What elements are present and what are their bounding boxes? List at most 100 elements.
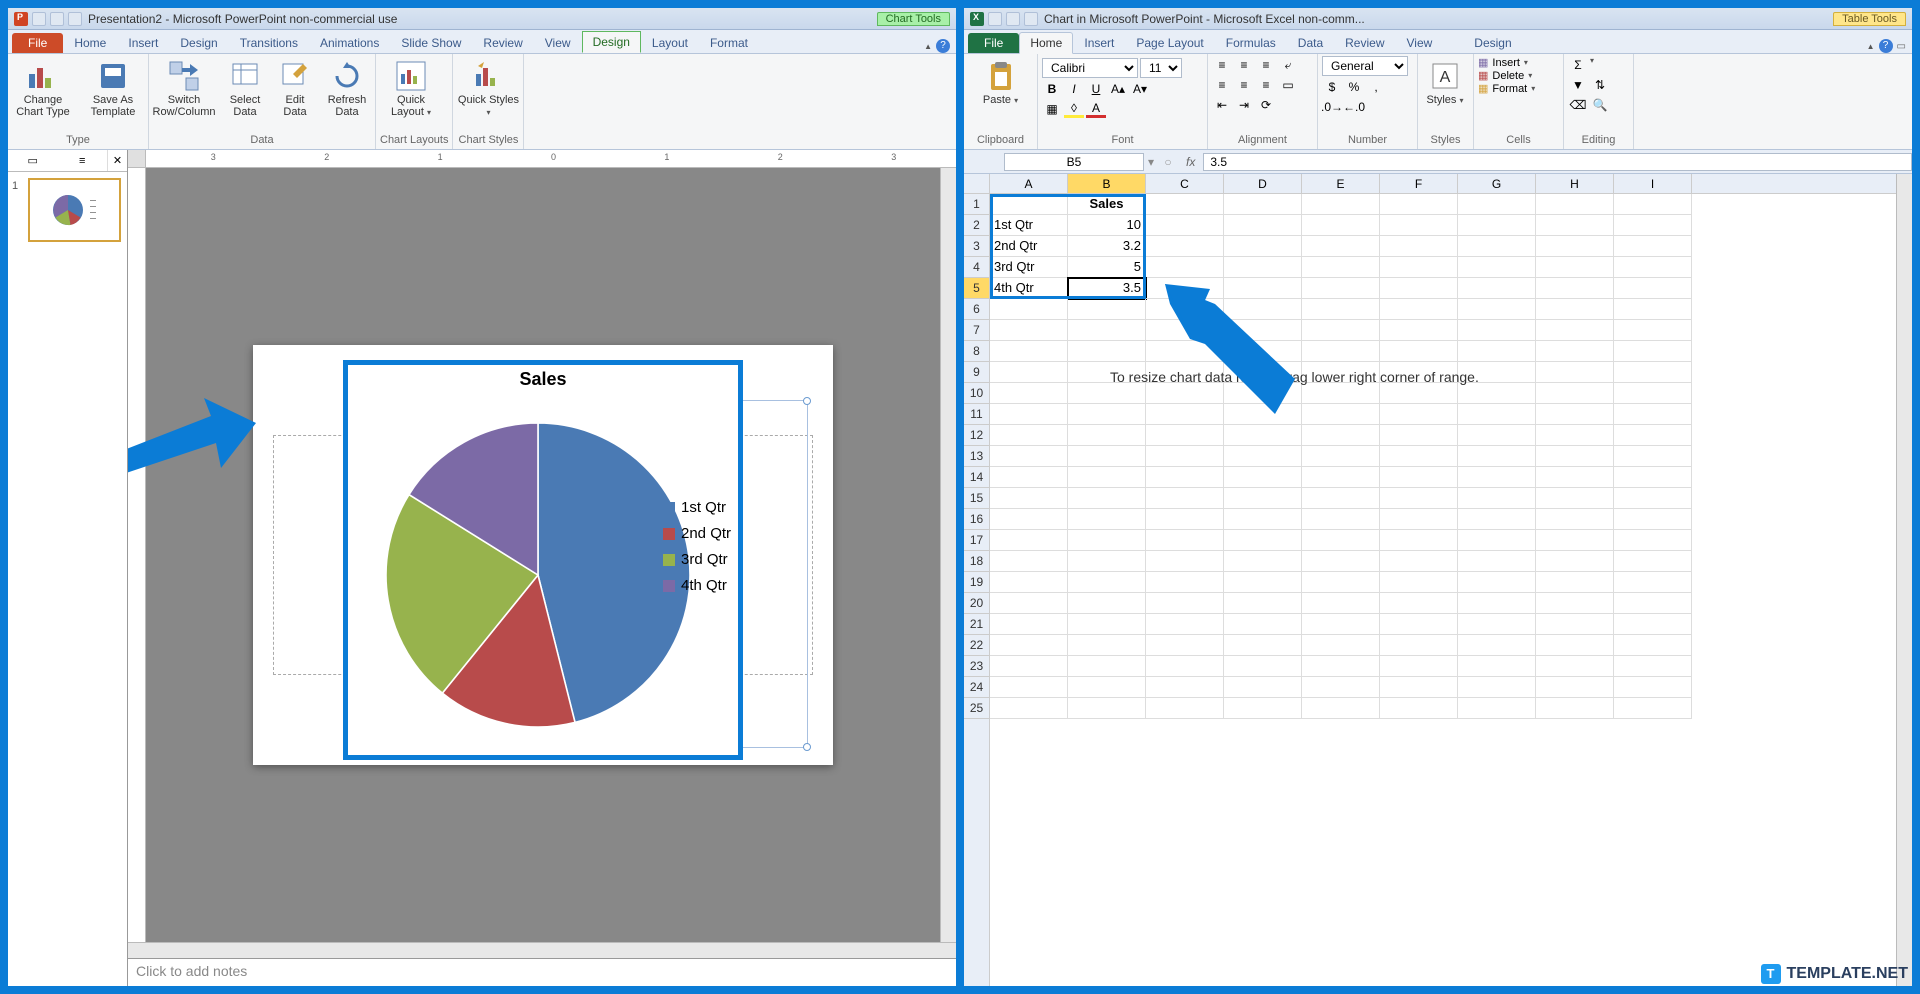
save-as-template-button[interactable]: Save As Template: [82, 56, 144, 118]
find-icon[interactable]: 🔍: [1590, 96, 1610, 114]
tab-home[interactable]: Home: [63, 32, 117, 53]
xl-tab-data[interactable]: Data: [1287, 32, 1334, 53]
slide[interactable]: C le Sales: [253, 345, 833, 765]
xl-tab-formulas[interactable]: Formulas: [1215, 32, 1287, 53]
tab-chart-layout[interactable]: Layout: [641, 32, 699, 53]
tab-chart-format[interactable]: Format: [699, 32, 759, 53]
font-name-select[interactable]: Calibri: [1042, 58, 1138, 78]
xl-file-tab[interactable]: File: [968, 33, 1019, 53]
wrap-text-button[interactable]: ⤶: [1278, 56, 1298, 74]
font-color-button[interactable]: A: [1086, 100, 1106, 118]
grow-font-icon[interactable]: A▴: [1108, 80, 1128, 98]
fx-icon[interactable]: fx: [1186, 155, 1195, 169]
autosum-icon[interactable]: Σ: [1568, 56, 1588, 74]
border-button[interactable]: ▦: [1042, 100, 1062, 118]
tab-view[interactable]: View: [534, 32, 582, 53]
select-data-button[interactable]: Select Data: [223, 56, 267, 118]
row-headers[interactable]: 1234567891011121314151617181920212223242…: [964, 194, 990, 986]
align-center-icon[interactable]: ≡: [1234, 76, 1254, 94]
quick-styles-button[interactable]: Quick Styles ▾: [457, 56, 519, 119]
notes-pane[interactable]: Click to add notes: [128, 958, 956, 986]
styles-button[interactable]: A Styles ▾: [1422, 56, 1468, 107]
help-icon[interactable]: ?: [1879, 39, 1893, 53]
number-format-select[interactable]: General: [1322, 56, 1408, 76]
xl-tab-view[interactable]: View: [1396, 32, 1444, 53]
percent-icon[interactable]: %: [1344, 78, 1364, 96]
tab-insert[interactable]: Insert: [117, 32, 169, 53]
select-all-corner[interactable]: [964, 174, 990, 194]
quick-layout-button[interactable]: Quick Layout ▾: [380, 56, 442, 119]
edit-data-button[interactable]: Edit Data: [275, 56, 315, 118]
delete-cells-button[interactable]: ▦Delete ▾: [1478, 69, 1532, 82]
increase-decimal-icon[interactable]: .0→: [1322, 98, 1342, 116]
shrink-font-icon[interactable]: A▾: [1130, 80, 1150, 98]
minimize-ribbon-icon[interactable]: ▲: [1867, 42, 1875, 51]
panel-close-icon[interactable]: ✕: [107, 150, 127, 171]
xl-tab-review[interactable]: Review: [1334, 32, 1395, 53]
align-top-icon[interactable]: ≡: [1212, 56, 1232, 74]
currency-icon[interactable]: $: [1322, 78, 1342, 96]
file-tab[interactable]: File: [12, 33, 63, 53]
ribbon-group-styles: Styles: [1422, 133, 1469, 147]
align-bottom-icon[interactable]: ≡: [1256, 56, 1276, 74]
change-chart-type-button[interactable]: Change Chart Type: [12, 56, 74, 118]
switch-row-column-button[interactable]: Switch Row/Column: [153, 56, 215, 118]
ppt-horizontal-scrollbar[interactable]: [128, 942, 956, 958]
comma-icon[interactable]: ,: [1366, 78, 1386, 96]
window-icon[interactable]: ▭: [1897, 41, 1906, 52]
refresh-data-button[interactable]: Refresh Data: [323, 56, 371, 118]
insert-cells-button[interactable]: ▦Insert ▾: [1478, 56, 1528, 69]
merge-center-button[interactable]: ▭: [1278, 76, 1298, 94]
slide-thumbnail[interactable]: ————: [28, 178, 121, 242]
xl-tab-home[interactable]: Home: [1019, 32, 1073, 54]
cell-grid[interactable]: Sales1st Qtr102nd Qtr3.23rd Qtr54th Qtr3…: [990, 194, 1896, 986]
slides-tab-icon[interactable]: ▭: [8, 150, 58, 171]
minimize-ribbon-icon[interactable]: ▲: [924, 42, 932, 51]
tab-animations[interactable]: Animations: [309, 32, 390, 53]
fill-icon[interactable]: ▼: [1568, 76, 1588, 94]
fill-color-button[interactable]: ◊: [1064, 100, 1084, 118]
ppt-vertical-scrollbar[interactable]: [940, 168, 956, 942]
ppt-ribbon: Change Chart Type Save As Template Type …: [8, 54, 956, 150]
table-tools-context-tab: Table Tools: [1833, 12, 1906, 26]
qat-save-icon[interactable]: [32, 12, 46, 26]
italic-button[interactable]: I: [1064, 80, 1084, 98]
tab-chart-design[interactable]: Design: [582, 31, 641, 53]
format-cells-button[interactable]: ▦Format ▾: [1478, 82, 1535, 95]
align-left-icon[interactable]: ≡: [1212, 76, 1232, 94]
excel-icon: [970, 12, 984, 26]
xl-ribbon: Paste ▾ Clipboard Calibri 11 B I U A▴ A▾: [964, 54, 1912, 150]
qat-redo-icon[interactable]: [68, 12, 82, 26]
increase-indent-icon[interactable]: ⇥: [1234, 96, 1254, 114]
outline-tab-icon[interactable]: ≡: [58, 150, 108, 171]
orientation-icon[interactable]: ⟳: [1256, 96, 1276, 114]
xl-tab-pagelayout[interactable]: Page Layout: [1125, 32, 1214, 53]
name-box[interactable]: B5: [1004, 153, 1144, 171]
align-right-icon[interactable]: ≡: [1256, 76, 1276, 94]
bold-button[interactable]: B: [1042, 80, 1062, 98]
xl-tab-insert[interactable]: Insert: [1073, 32, 1125, 53]
underline-button[interactable]: U: [1086, 80, 1106, 98]
tab-transitions[interactable]: Transitions: [229, 32, 309, 53]
xl-title-text: Chart in Microsoft PowerPoint - Microsof…: [1044, 12, 1365, 26]
paste-button[interactable]: Paste ▾: [976, 56, 1026, 107]
help-icon[interactable]: ?: [936, 39, 950, 53]
svg-text:A: A: [1440, 69, 1451, 86]
clear-icon[interactable]: ⌫: [1568, 96, 1588, 114]
sort-filter-icon[interactable]: ⇅: [1590, 76, 1610, 94]
qat-save-icon[interactable]: [988, 12, 1002, 26]
decrease-decimal-icon[interactable]: ←.0: [1344, 98, 1364, 116]
column-headers[interactable]: ABCDEFGHI: [990, 174, 1896, 194]
tab-slideshow[interactable]: Slide Show: [390, 32, 472, 53]
decrease-indent-icon[interactable]: ⇤: [1212, 96, 1232, 114]
xl-tab-table-design[interactable]: Design: [1463, 32, 1522, 53]
align-middle-icon[interactable]: ≡: [1234, 56, 1254, 74]
qat-redo-icon[interactable]: [1024, 12, 1038, 26]
tab-design[interactable]: Design: [169, 32, 228, 53]
tab-review[interactable]: Review: [472, 32, 533, 53]
xl-vertical-scrollbar[interactable]: [1896, 174, 1912, 986]
qat-undo-icon[interactable]: [1006, 12, 1020, 26]
font-size-select[interactable]: 11: [1140, 58, 1182, 78]
qat-undo-icon[interactable]: [50, 12, 64, 26]
formula-bar[interactable]: 3.5: [1203, 153, 1912, 171]
